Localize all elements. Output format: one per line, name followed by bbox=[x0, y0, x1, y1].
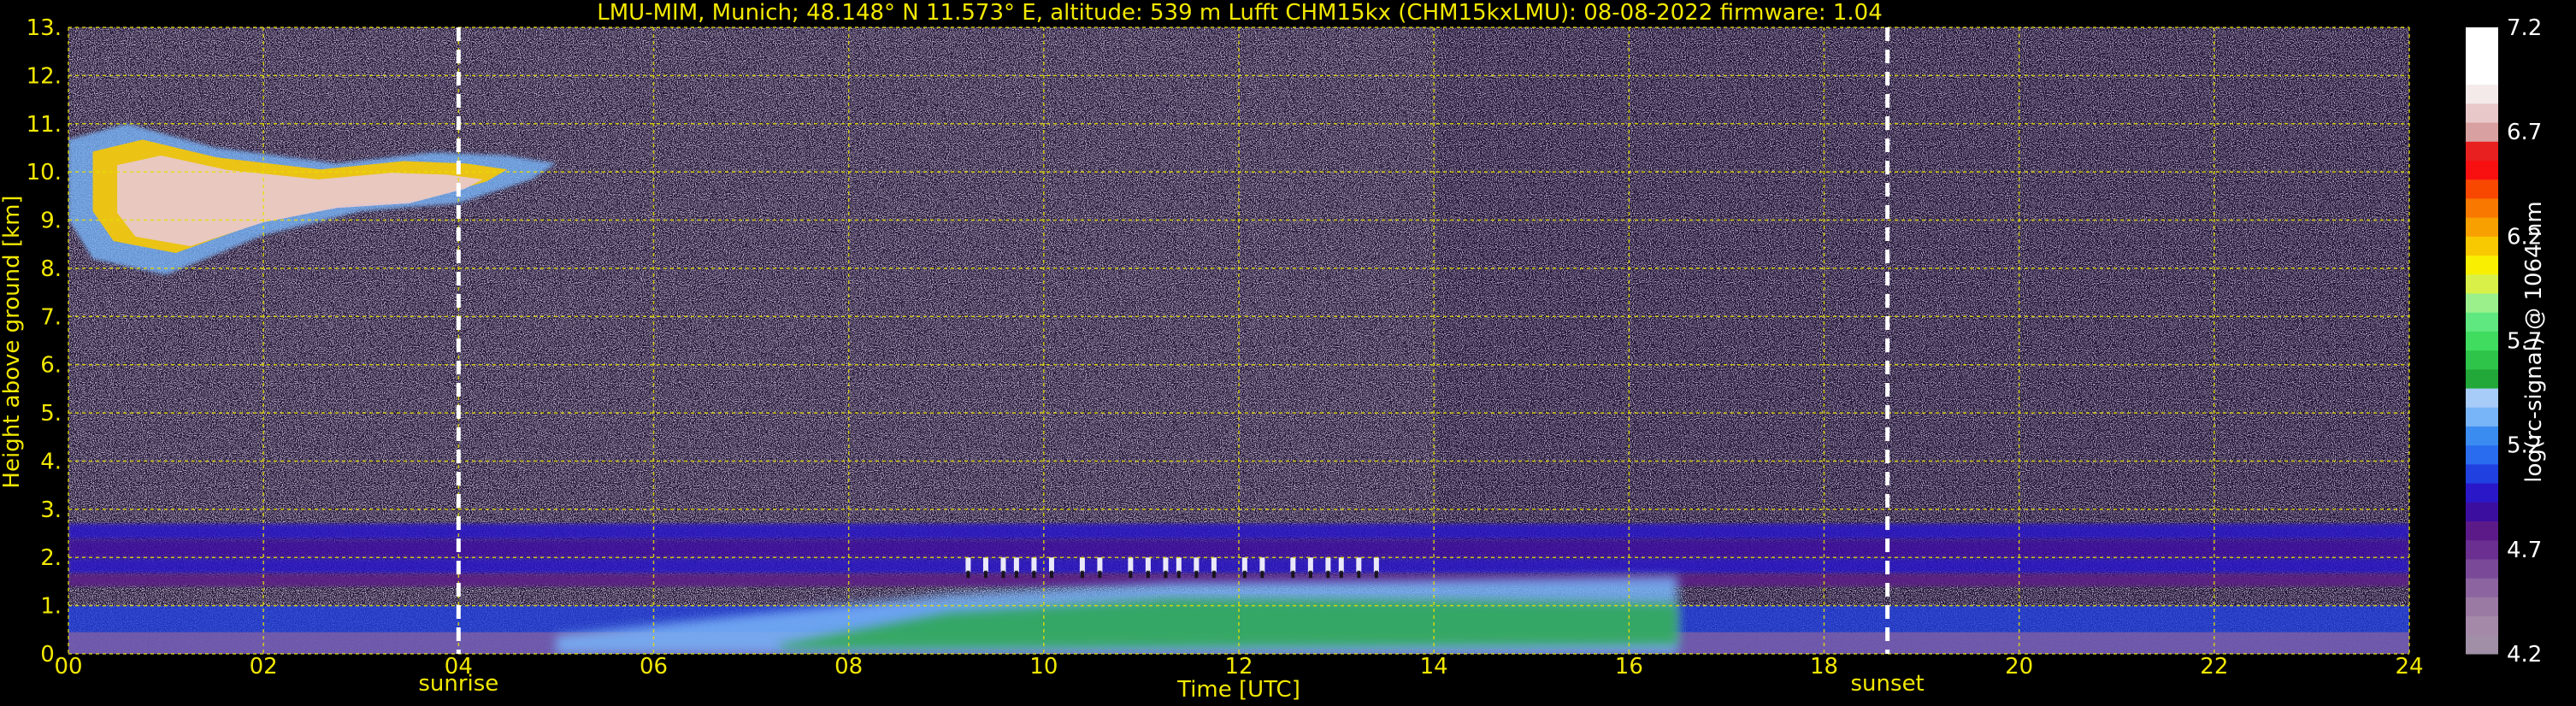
colorbar-level bbox=[2466, 578, 2498, 597]
colorbar-level bbox=[2466, 236, 2498, 256]
y-tick-label: 6. bbox=[40, 353, 62, 379]
colorbar-level bbox=[2466, 65, 2498, 85]
x-tick-label: 18 bbox=[1810, 654, 1838, 680]
x-axis-label: Time [UTC] bbox=[1176, 677, 1300, 703]
colorbar-level bbox=[2466, 597, 2498, 617]
colorbar-level bbox=[2466, 558, 2498, 579]
colorbar-level bbox=[2466, 103, 2498, 123]
x-tick-label: 04 bbox=[445, 654, 473, 680]
colorbar-tick-label: 4.2 bbox=[2507, 642, 2542, 668]
colorbar-level bbox=[2466, 483, 2498, 503]
colorbar-level bbox=[2466, 217, 2498, 237]
y-tick-label: 13. bbox=[27, 15, 62, 41]
y-tick-label: 7. bbox=[40, 304, 62, 330]
x-tick-label: 16 bbox=[1615, 654, 1643, 680]
x-tick-label: 06 bbox=[640, 654, 668, 680]
x-tick-label: 12 bbox=[1224, 654, 1253, 680]
colorbar-level bbox=[2466, 407, 2498, 427]
colorbar-level bbox=[2466, 179, 2498, 199]
x-tick-label: 08 bbox=[834, 654, 863, 680]
colorbar-tick-label: 6.7 bbox=[2507, 120, 2542, 145]
colorbar-level bbox=[2466, 197, 2498, 218]
colorbar-level bbox=[2466, 350, 2498, 370]
colorbar-level bbox=[2466, 331, 2498, 351]
colorbar-level bbox=[2466, 274, 2498, 294]
y-tick-label: 2. bbox=[40, 545, 62, 571]
colorbar-level bbox=[2466, 46, 2498, 66]
y-tick-label: 11. bbox=[27, 112, 62, 138]
colorbar-level bbox=[2466, 539, 2498, 560]
colorbar-level bbox=[2466, 615, 2498, 636]
y-tick-label: 10. bbox=[27, 160, 62, 185]
colorbar-level bbox=[2466, 312, 2498, 332]
event-label-sunset: sunset bbox=[1851, 671, 1925, 697]
colorbar-level bbox=[2466, 84, 2498, 104]
x-tick-label: 14 bbox=[1420, 654, 1448, 680]
colorbar-label: log(rc-signal) @ 1064 nm bbox=[2521, 201, 2547, 482]
colorbar-level bbox=[2466, 255, 2498, 275]
colorbar-level bbox=[2466, 444, 2498, 465]
y-tick-label: 1. bbox=[40, 594, 62, 620]
colorbar-level bbox=[2466, 502, 2498, 522]
ceilometer-chart: LMU-MIM, Munich; 48.148° N 11.573° E, al… bbox=[0, 0, 2576, 706]
x-tick-label: 20 bbox=[2005, 654, 2033, 680]
x-tick-label: 10 bbox=[1029, 654, 1058, 680]
x-tick-label: 24 bbox=[2395, 654, 2423, 680]
y-tick-label: 4. bbox=[40, 449, 62, 474]
y-tick-label: 5. bbox=[40, 401, 62, 427]
colorbar-level bbox=[2466, 634, 2498, 655]
x-tick-label: 02 bbox=[250, 654, 278, 680]
colorbar-level bbox=[2466, 388, 2498, 408]
colorbar-level bbox=[2466, 368, 2498, 389]
colorbar-level bbox=[2466, 141, 2498, 161]
colorbar-level bbox=[2466, 463, 2498, 484]
x-tick-label: 22 bbox=[2200, 654, 2228, 680]
colorbar-tick-label: 4.7 bbox=[2507, 538, 2542, 563]
colorbar-level bbox=[2466, 122, 2498, 142]
chart-title: LMU-MIM, Munich; 48.148° N 11.573° E, al… bbox=[597, 0, 1882, 26]
x-tick-label: 00 bbox=[54, 654, 82, 680]
y-tick-label: 12. bbox=[27, 63, 62, 89]
y-tick-label: 9. bbox=[40, 209, 62, 234]
colorbar-tick-label: 7.2 bbox=[2507, 15, 2542, 41]
plot-area: sunrise sunset bbox=[68, 26, 2410, 697]
y-tick-label: 3. bbox=[40, 497, 62, 523]
y-tick-label: 8. bbox=[40, 256, 62, 282]
colorbar-level bbox=[2466, 160, 2498, 180]
colorbar-level bbox=[2466, 426, 2498, 446]
colorbar-level bbox=[2466, 521, 2498, 541]
y-axis-label: Height above ground [km] bbox=[0, 195, 25, 488]
colorbar-level bbox=[2466, 27, 2498, 47]
colorbar-level bbox=[2466, 292, 2498, 313]
